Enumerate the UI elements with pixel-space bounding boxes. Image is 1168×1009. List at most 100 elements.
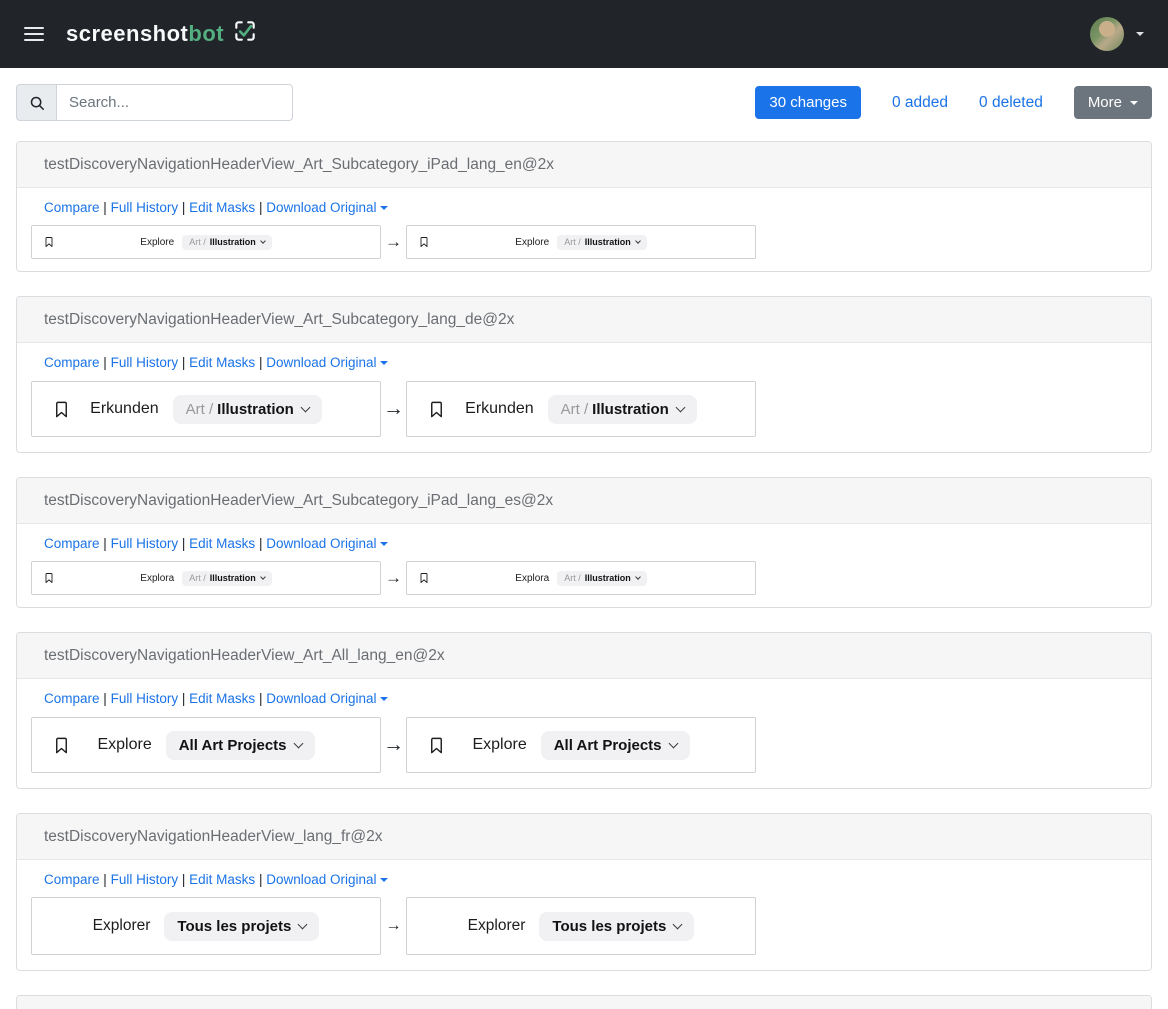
bookmark-icon <box>427 400 446 419</box>
after-screenshot[interactable]: Explorer Tous les projets <box>406 897 756 955</box>
report-title: testDiscoveryNavigationHeaderView_Art_Al… <box>44 645 1124 666</box>
compare-link[interactable]: Compare <box>44 355 100 370</box>
download-original-link[interactable]: Download Original <box>266 200 376 215</box>
full-history-link[interactable]: Full History <box>111 536 179 551</box>
report-title: testDiscoveryNavigationHeaderView_lang_f… <box>44 826 1124 847</box>
brand-logo[interactable]: screenshotbot <box>66 18 258 50</box>
compare-link[interactable]: Compare <box>44 872 100 887</box>
chevron-down-icon <box>668 738 678 748</box>
edit-masks-link[interactable]: Edit Masks <box>189 872 255 887</box>
chevron-down-icon <box>635 238 641 244</box>
changes-button[interactable]: 30 changes <box>755 86 861 119</box>
category-pill: Art /Illustration <box>182 235 272 250</box>
category-pill: Art /Illustration <box>173 395 322 424</box>
category-pill: Tous les projets <box>164 912 319 941</box>
report-card: testDiscoveryNavigationHeaderView_lang_f… <box>16 813 1152 971</box>
category-pill: Tous les projets <box>539 912 694 941</box>
hamburger-menu-icon[interactable] <box>24 27 44 41</box>
checkbox-logo-icon <box>232 18 258 50</box>
after-screenshot[interactable]: Explore Art /Illustration <box>406 225 756 259</box>
full-history-link[interactable]: Full History <box>111 691 179 706</box>
brand-text-bot: bot <box>188 21 224 46</box>
chevron-down-icon <box>260 238 266 244</box>
full-history-link[interactable]: Full History <box>111 872 179 887</box>
chevron-down-icon <box>1130 101 1138 105</box>
download-original-link[interactable]: Download Original <box>266 872 376 887</box>
download-original-link[interactable]: Download Original <box>266 536 376 551</box>
bookmark-icon <box>43 572 55 584</box>
category-pill: Art /Illustration <box>557 571 647 586</box>
bookmark-icon <box>43 236 55 248</box>
arrow-right-icon: → <box>381 917 406 935</box>
bookmark-icon <box>418 572 430 584</box>
chevron-down-icon <box>380 697 388 701</box>
chevron-down-icon <box>293 738 303 748</box>
report-actions: Compare | Full History | Edit Masks | Do… <box>44 691 1137 707</box>
report-card: testDiscoveryNavigationHeaderView_Art_Su… <box>16 296 1152 453</box>
user-avatar[interactable] <box>1090 17 1124 51</box>
chevron-down-icon <box>380 206 388 210</box>
full-history-link[interactable]: Full History <box>111 200 179 215</box>
arrow-right-icon: → <box>381 232 406 252</box>
after-screenshot[interactable]: Erkunden Art /Illustration <box>406 381 756 437</box>
filter-toolbar: 30 changes 0 added 0 deleted More <box>16 84 1152 121</box>
chevron-down-icon <box>380 878 388 882</box>
report-title: testDiscoveryNavigationHeaderView_Art_Su… <box>44 154 1124 175</box>
bookmark-icon <box>52 736 71 755</box>
search-icon <box>16 84 56 121</box>
chevron-down-icon <box>673 919 683 929</box>
category-pill: All Art Projects <box>541 731 690 760</box>
comparison-row: Erkunden Art /Illustration → Erkunden Ar… <box>31 381 1137 437</box>
arrow-right-icon: → <box>381 397 406 421</box>
report-actions: Compare | Full History | Edit Masks | Do… <box>44 200 1137 216</box>
edit-masks-link[interactable]: Edit Masks <box>189 355 255 370</box>
reports-list: testDiscoveryNavigationHeaderView_Art_Su… <box>16 141 1152 1009</box>
more-button[interactable]: More <box>1074 86 1152 119</box>
chevron-down-icon <box>260 574 266 580</box>
deleted-link[interactable]: 0 deleted <box>979 94 1043 112</box>
after-screenshot[interactable]: Explora Art /Illustration <box>406 561 756 595</box>
category-pill: All Art Projects <box>166 731 315 760</box>
top-navbar: screenshotbot <box>0 0 1168 68</box>
comparison-row: Explore Art /Illustration → Explore Art … <box>31 225 1137 259</box>
chevron-down-icon <box>635 574 641 580</box>
chevron-down-icon <box>380 542 388 546</box>
chevron-down-icon <box>298 919 308 929</box>
full-history-link[interactable]: Full History <box>111 355 179 370</box>
report-actions: Compare | Full History | Edit Masks | Do… <box>44 536 1137 552</box>
edit-masks-link[interactable]: Edit Masks <box>189 536 255 551</box>
arrow-right-icon: → <box>381 733 406 757</box>
compare-link[interactable]: Compare <box>44 691 100 706</box>
compare-link[interactable]: Compare <box>44 536 100 551</box>
report-card: testDiscoveryNavigationHeaderView_Art_Su… <box>16 141 1152 272</box>
brand-text-screenshot: screenshot <box>66 21 188 46</box>
before-screenshot[interactable]: Explora Art /Illustration <box>31 561 381 595</box>
before-screenshot[interactable]: Erkunden Art /Illustration <box>31 381 381 437</box>
report-card: testDiscoveryNavigationHeaderView_Art_Al… <box>16 632 1152 789</box>
search-input[interactable] <box>56 84 293 121</box>
search-group <box>16 84 293 121</box>
comparison-row: Explore All Art Projects → Explore All A… <box>31 717 1137 773</box>
before-screenshot[interactable]: Explore All Art Projects <box>31 717 381 773</box>
report-card: testDiscoveryNavigationHeaderView_iPad_l… <box>16 995 1152 1009</box>
category-pill: Art /Illustration <box>548 395 697 424</box>
chevron-down-icon <box>380 361 388 365</box>
added-link[interactable]: 0 added <box>892 94 948 112</box>
bookmark-icon <box>427 736 446 755</box>
report-actions: Compare | Full History | Edit Masks | Do… <box>44 355 1137 371</box>
download-original-link[interactable]: Download Original <box>266 355 376 370</box>
user-menu-caret-icon[interactable] <box>1136 32 1144 36</box>
download-original-link[interactable]: Download Original <box>266 691 376 706</box>
edit-masks-link[interactable]: Edit Masks <box>189 691 255 706</box>
edit-masks-link[interactable]: Edit Masks <box>189 200 255 215</box>
report-title: testDiscoveryNavigationHeaderView_Art_Su… <box>44 490 1124 511</box>
category-pill: Art /Illustration <box>182 571 272 586</box>
report-card: testDiscoveryNavigationHeaderView_Art_Su… <box>16 477 1152 608</box>
before-screenshot[interactable]: Explore Art /Illustration <box>31 225 381 259</box>
compare-link[interactable]: Compare <box>44 200 100 215</box>
arrow-right-icon: → <box>381 568 406 588</box>
comparison-row: Explorer Tous les projets → Explorer Tou… <box>31 897 1137 955</box>
after-screenshot[interactable]: Explore All Art Projects <box>406 717 756 773</box>
bookmark-icon <box>52 400 71 419</box>
before-screenshot[interactable]: Explorer Tous les projets <box>31 897 381 955</box>
